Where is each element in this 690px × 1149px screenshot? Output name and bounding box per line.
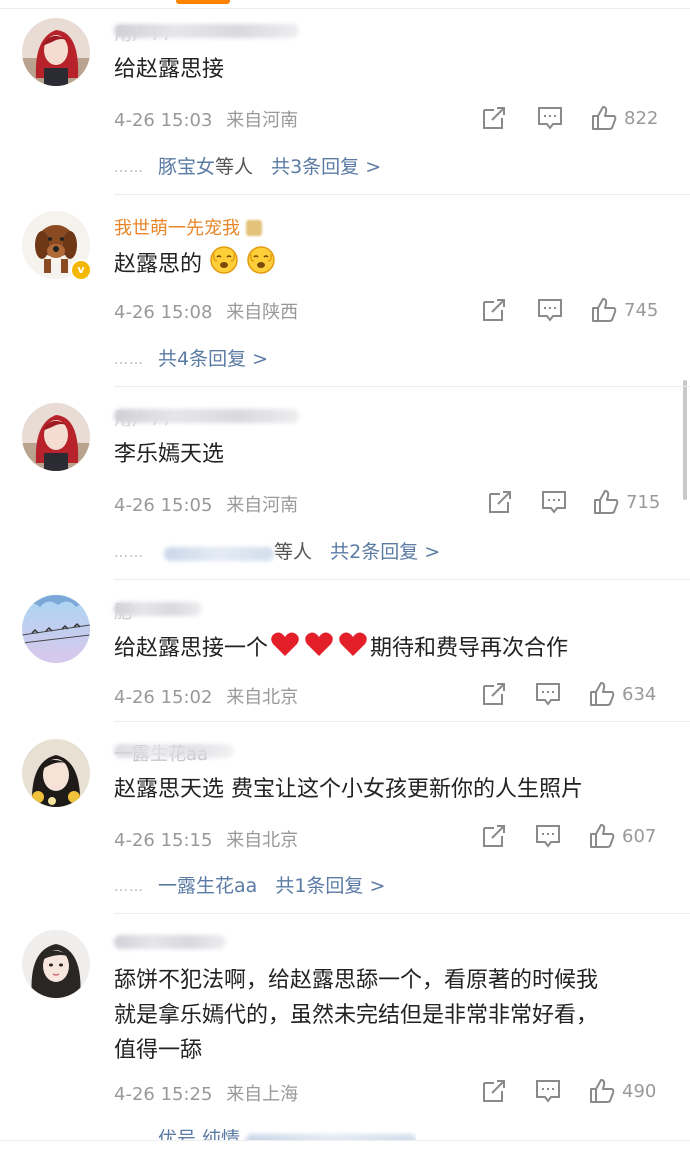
heart-icon xyxy=(305,632,333,656)
comment-location: 来自北京 xyxy=(226,830,299,851)
blurred-reply-names xyxy=(164,546,275,561)
comment-actions: 822 xyxy=(480,104,670,134)
share-icon[interactable] xyxy=(486,488,514,516)
like-count: 715 xyxy=(626,492,661,513)
replies-link[interactable]: …… 优号 纯情 xyxy=(114,1124,417,1140)
avatar-image xyxy=(22,595,90,663)
avatar-image xyxy=(22,930,90,998)
divider xyxy=(114,579,690,580)
comment-meta: 4-26 15:03 来自河南 xyxy=(114,106,298,132)
replies-link[interactable]: …… 一露生花aa 共1条回复 > xyxy=(114,871,385,898)
avatar[interactable] xyxy=(22,403,90,471)
like-count: 634 xyxy=(622,684,657,705)
comment-meta: 4-26 15:02 来自北京 xyxy=(114,683,298,709)
cry-emoji-icon xyxy=(247,246,275,274)
share-icon[interactable] xyxy=(480,296,508,324)
reply-names[interactable]: 一露生花aa xyxy=(158,875,257,897)
bottom-divider xyxy=(0,1140,690,1141)
scrollbar[interactable] xyxy=(683,380,687,500)
comment-date: 4-26 15:15 xyxy=(114,830,213,851)
comment-meta: 4-26 15:05 来自河南 xyxy=(114,491,298,517)
share-icon[interactable] xyxy=(480,680,508,708)
thumbs-up-icon[interactable] xyxy=(588,1077,616,1105)
comment-meta: 4-26 15:25 来自上海 xyxy=(114,1080,298,1106)
comment-text: 给赵露思接 xyxy=(114,57,225,82)
reply-names[interactable]: 豚宝女 xyxy=(158,156,215,178)
comment-date: 4-26 15:05 xyxy=(114,495,213,516)
share-icon[interactable] xyxy=(480,822,508,850)
reply-count[interactable]: 共2条回复 > xyxy=(330,541,440,563)
username[interactable]: 用户77 xyxy=(114,405,299,430)
reply-names[interactable]: 优号 纯情 xyxy=(158,1128,240,1140)
comment-actions: 490 xyxy=(480,1077,670,1107)
comment-icon[interactable] xyxy=(534,680,562,708)
avatar[interactable] xyxy=(22,930,90,998)
thumbs-up-icon[interactable] xyxy=(588,822,616,850)
avatar-image xyxy=(22,403,90,471)
comment-actions: 634 xyxy=(480,680,670,710)
divider xyxy=(114,721,690,722)
comment-date: 4-26 15:02 xyxy=(114,687,213,708)
username[interactable]: 肥 xyxy=(114,598,202,623)
comment-date: 4-26 15:08 xyxy=(114,302,213,323)
username[interactable]: 用户77 xyxy=(114,20,299,45)
comment-icon[interactable] xyxy=(534,822,562,850)
replies-link[interactable]: …… 豚宝女等人 共3条回复 > xyxy=(114,152,381,179)
like-count: 745 xyxy=(624,300,659,321)
username[interactable]: 我世萌一先宠我 xyxy=(114,214,262,239)
comment-location: 来自上海 xyxy=(226,1084,299,1105)
heart-icon xyxy=(339,632,367,656)
active-tab-indicator xyxy=(176,0,230,4)
like-count: 490 xyxy=(622,1081,657,1102)
reply-count[interactable]: 共4条回复 > xyxy=(158,348,268,370)
thumbs-up-icon[interactable] xyxy=(590,104,618,132)
comment-location: 来自北京 xyxy=(226,687,299,708)
comment-meta: 4-26 15:15 来自北京 xyxy=(114,826,298,852)
comment-date: 4-26 15:25 xyxy=(114,1084,213,1105)
replies-link[interactable]: …… 共4条回复 > xyxy=(114,344,268,371)
reply-count[interactable]: 共3条回复 > xyxy=(271,156,381,178)
comment-text: 赵露思天选 费宝让这个小女孩更新你的人生照片 xyxy=(114,777,583,802)
cry-emoji-icon xyxy=(210,246,238,274)
comment-text: 给赵露思接一个 期待和费导再次合作 xyxy=(114,630,674,666)
comment-meta: 4-26 15:08 来自陕西 xyxy=(114,298,298,324)
top-tab-bar xyxy=(0,0,690,9)
avatar-image xyxy=(22,18,90,86)
divider xyxy=(114,913,690,914)
comment-text: 李乐嫣天选 xyxy=(114,442,225,467)
comment-location: 来自河南 xyxy=(226,110,299,131)
thumbs-up-icon[interactable] xyxy=(588,680,616,708)
divider xyxy=(114,386,690,387)
verified-badge-icon: v xyxy=(70,259,92,281)
avatar-image xyxy=(22,739,90,807)
comment-location: 来自河南 xyxy=(226,495,299,516)
like-count: 607 xyxy=(622,826,657,847)
comment-icon[interactable] xyxy=(540,488,568,516)
thumbs-up-icon[interactable] xyxy=(592,488,620,516)
badge-icon xyxy=(245,220,262,236)
share-icon[interactable] xyxy=(480,1077,508,1105)
comment-actions: 715 xyxy=(486,488,670,518)
heart-icon xyxy=(271,632,299,656)
share-icon[interactable] xyxy=(480,104,508,132)
divider xyxy=(114,194,690,195)
username[interactable]: 一露生花aa xyxy=(114,740,234,765)
thumbs-up-icon[interactable] xyxy=(590,296,618,324)
comment-date: 4-26 15:03 xyxy=(114,110,213,131)
like-count: 822 xyxy=(624,108,659,129)
comment-icon[interactable] xyxy=(534,1077,562,1105)
avatar[interactable] xyxy=(22,595,90,663)
comment-actions: 607 xyxy=(480,822,670,852)
comment-text: 舔饼不犯法啊，给赵露思舔一个，看原著的时候我 就是拿乐嫣代的，虽然未完结但是非常… xyxy=(114,968,599,1063)
avatar[interactable] xyxy=(22,739,90,807)
replies-link[interactable]: …… 等人 共2条回复 > xyxy=(114,537,440,564)
comment-actions: 745 xyxy=(480,296,670,326)
comment-text: 赵露思的 xyxy=(114,245,674,282)
avatar[interactable] xyxy=(22,18,90,86)
comment-icon[interactable] xyxy=(536,296,564,324)
comment-location: 来自陕西 xyxy=(226,302,299,323)
comment-icon[interactable] xyxy=(536,104,564,132)
reply-count[interactable]: 共1条回复 > xyxy=(275,875,385,897)
